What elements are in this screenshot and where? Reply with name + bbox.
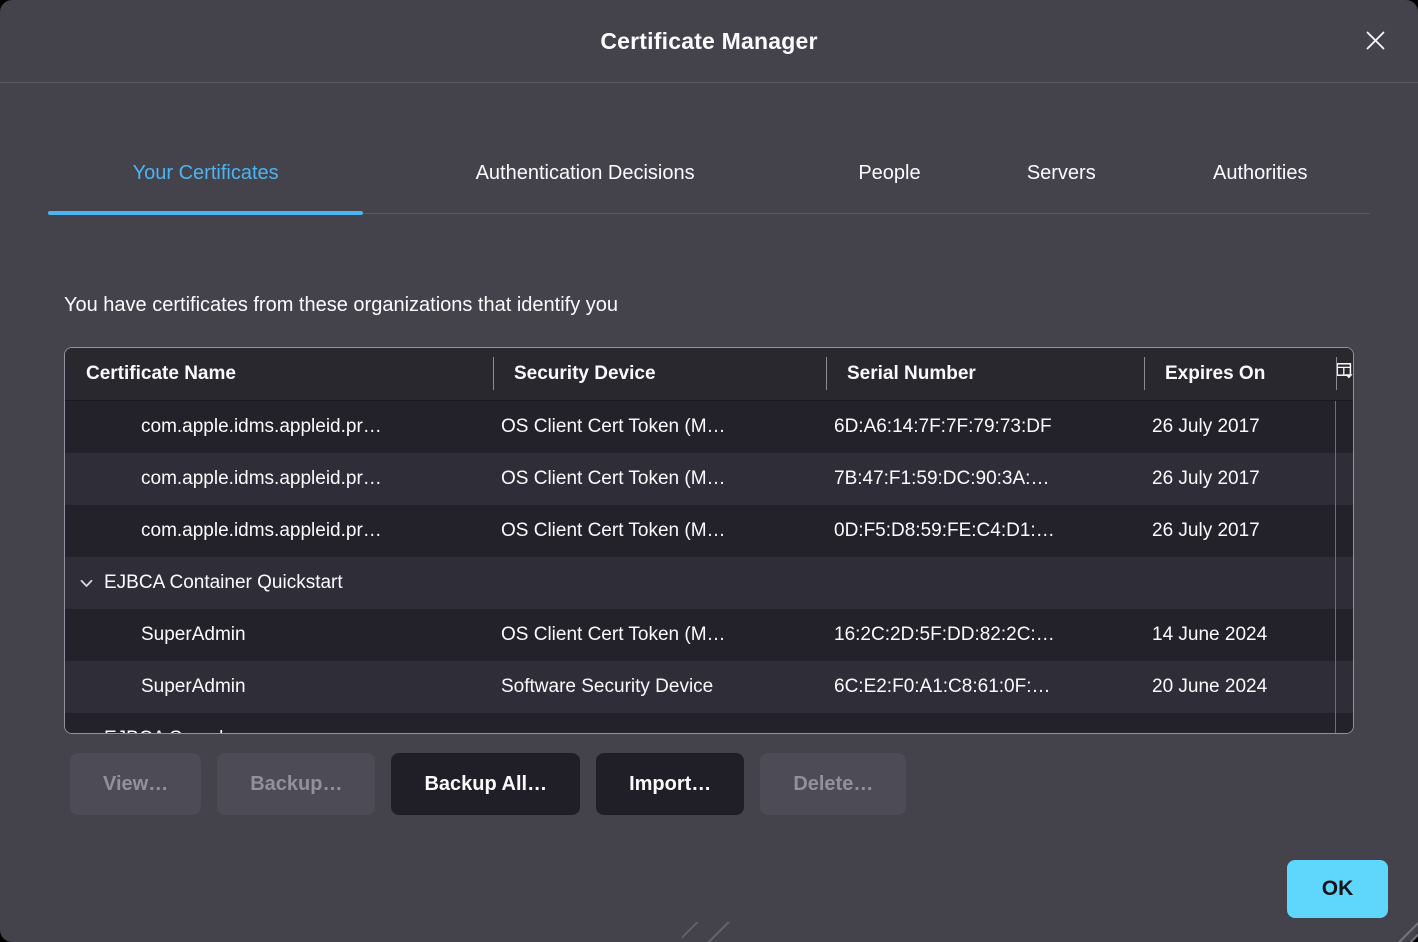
close-icon xyxy=(1362,27,1389,57)
cert-expires: 26 July 2017 xyxy=(1144,416,1336,438)
window-edge-marks xyxy=(682,922,738,942)
cert-device: OS Client Cert Token (M… xyxy=(493,624,826,646)
certificates-table: Certificate Name Security Device Serial … xyxy=(64,347,1354,734)
column-header-expires-on[interactable]: Expires On xyxy=(1144,348,1336,400)
tab-your-certificates[interactable]: Your Certificates xyxy=(48,134,363,213)
column-header-security-device[interactable]: Security Device xyxy=(493,348,826,400)
tab-people[interactable]: People xyxy=(807,134,972,213)
backup-button: Backup… xyxy=(217,753,375,815)
chevron-down-icon[interactable] xyxy=(80,572,93,594)
close-button[interactable] xyxy=(1359,26,1391,58)
cert-serial: 7B:47:F1:59:DC:90:3A:… xyxy=(826,468,1144,490)
cert-name: SuperAdmin xyxy=(65,624,493,646)
table-row[interactable]: com.apple.idms.appleid.pr… OS Client Cer… xyxy=(65,401,1353,453)
table-row[interactable]: com.apple.idms.appleid.pr… OS Client Cer… xyxy=(65,453,1353,505)
backup-all-button[interactable]: Backup All… xyxy=(391,753,580,815)
column-picker-button[interactable] xyxy=(1336,348,1354,400)
tab-authorities[interactable]: Authorities xyxy=(1150,134,1370,213)
cert-serial: 6C:E2:F0:A1:C8:61:0F:… xyxy=(826,676,1144,698)
cert-expires: 20 June 2024 xyxy=(1144,676,1336,698)
cert-device: Software Security Device xyxy=(493,676,826,698)
cert-expires: 14 June 2024 xyxy=(1144,624,1336,646)
tab-authentication-decisions[interactable]: Authentication Decisions xyxy=(363,134,807,213)
cert-device: OS Client Cert Token (M… xyxy=(493,416,826,438)
group-label: EJBCA Sample xyxy=(104,728,234,733)
cert-expires: 26 July 2017 xyxy=(1144,468,1336,490)
tab-bar: Your Certificates Authentication Decisio… xyxy=(48,134,1370,214)
ok-button[interactable]: OK xyxy=(1287,860,1388,918)
cert-device: OS Client Cert Token (M… xyxy=(493,520,826,542)
intro-text: You have certificates from these organiz… xyxy=(64,294,618,317)
cert-name: com.apple.idms.appleid.pr… xyxy=(65,416,493,438)
table-header: Certificate Name Security Device Serial … xyxy=(65,348,1353,401)
column-picker-icon xyxy=(1336,362,1354,386)
table-group-row-partial[interactable]: EJBCA Sample xyxy=(65,713,1353,733)
cert-expires: 26 July 2017 xyxy=(1144,520,1336,542)
table-row[interactable]: SuperAdmin Software Security Device 6C:E… xyxy=(65,661,1353,713)
group-label: EJBCA Container Quickstart xyxy=(104,572,343,594)
cert-name: SuperAdmin xyxy=(65,676,493,698)
column-header-certificate-name[interactable]: Certificate Name xyxy=(65,348,493,400)
view-button: View… xyxy=(70,753,201,815)
certificate-manager-dialog: Certificate Manager Your Certificates Au… xyxy=(0,0,1418,942)
import-button[interactable]: Import… xyxy=(596,753,744,815)
cert-name: com.apple.idms.appleid.pr… xyxy=(65,468,493,490)
chevron-down-icon xyxy=(80,728,93,733)
delete-button: Delete… xyxy=(760,753,906,815)
cert-serial: 6D:A6:14:7F:7F:79:73:DF xyxy=(826,416,1144,438)
cert-serial: 0D:F5:D8:59:FE:C4:D1:… xyxy=(826,520,1144,542)
table-body: com.apple.idms.appleid.pr… OS Client Cer… xyxy=(65,401,1353,733)
action-button-row: View… Backup… Backup All… Import… Delete… xyxy=(70,753,906,815)
cert-name: com.apple.idms.appleid.pr… xyxy=(65,520,493,542)
certificate-manager-window: Certificate Manager Your Certificates Au… xyxy=(0,0,1418,942)
column-header-serial-number[interactable]: Serial Number xyxy=(826,348,1144,400)
cert-serial: 16:2C:2D:5F:DD:82:2C:… xyxy=(826,624,1144,646)
table-row[interactable]: com.apple.idms.appleid.pr… OS Client Cer… xyxy=(65,505,1353,557)
tab-servers[interactable]: Servers xyxy=(972,134,1150,213)
dialog-title: Certificate Manager xyxy=(600,28,817,55)
table-group-row[interactable]: EJBCA Container Quickstart xyxy=(65,557,1353,609)
cert-device: OS Client Cert Token (M… xyxy=(493,468,826,490)
title-bar: Certificate Manager xyxy=(0,0,1418,83)
table-row[interactable]: SuperAdmin OS Client Cert Token (M… 16:2… xyxy=(65,609,1353,661)
